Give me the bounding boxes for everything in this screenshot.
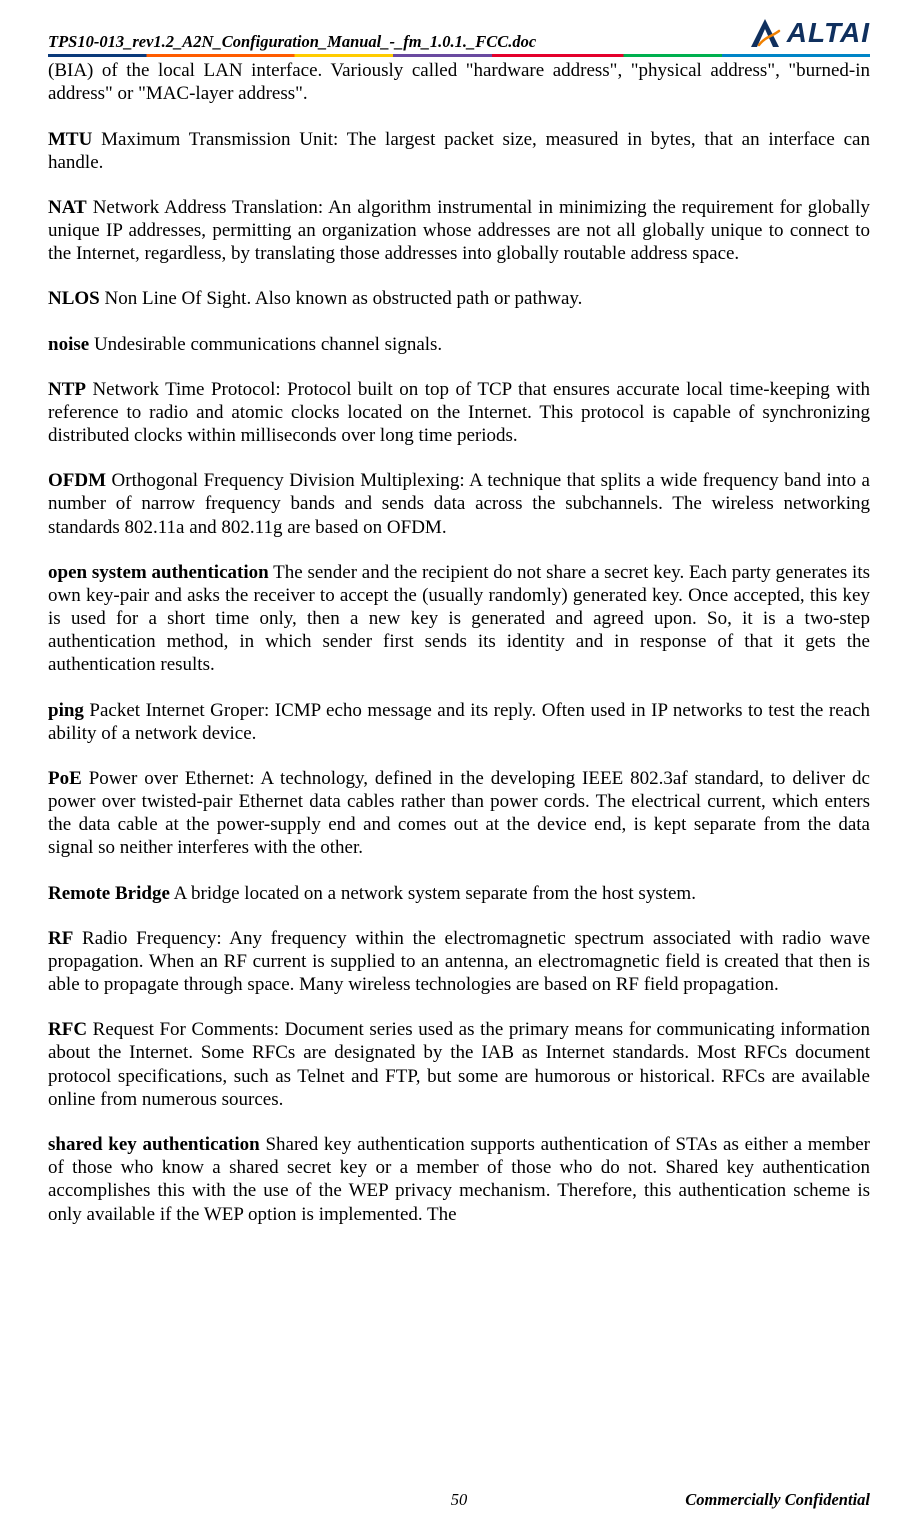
- glossary-entry-shared-key-auth: shared key authentication Shared key aut…: [48, 1133, 870, 1226]
- glossary-entry-noise: noise Undesirable communications channel…: [48, 333, 870, 356]
- header-color-divider: [48, 54, 870, 57]
- term: NLOS: [48, 288, 100, 309]
- term: noise: [48, 334, 89, 355]
- confidentiality-label: Commercially Confidential: [596, 1490, 870, 1510]
- glossary-entry-rfc: RFC Request For Comments: Document serie…: [48, 1018, 870, 1111]
- term: OFDM: [48, 470, 106, 491]
- term: RF: [48, 928, 73, 949]
- term: NTP: [48, 379, 86, 400]
- term: PoE: [48, 768, 82, 789]
- page-number: 50: [322, 1490, 596, 1510]
- glossary-entry-open-system-auth: open system authentication The sender an…: [48, 561, 870, 677]
- page-header: TPS10-013_rev1.2_A2N_Configuration_Manua…: [48, 0, 870, 54]
- glossary-entry-remote-bridge: Remote Bridge A bridge located on a netw…: [48, 882, 870, 905]
- glossary-entry-ofdm: OFDM Orthogonal Frequency Division Multi…: [48, 469, 870, 539]
- page-footer: 50 Commercially Confidential: [48, 1490, 870, 1510]
- glossary-entry-rf: RF Radio Frequency: Any frequency within…: [48, 927, 870, 997]
- term: RFC: [48, 1019, 87, 1040]
- glossary-entry-ping: ping Packet Internet Groper: ICMP echo m…: [48, 699, 870, 745]
- glossary-entry-ntp: NTP Network Time Protocol: Protocol buil…: [48, 378, 870, 448]
- glossary-entry-mtu: MTU Maximum Transmission Unit: The large…: [48, 128, 870, 174]
- glossary-entry-poe: PoE Power over Ethernet: A technology, d…: [48, 767, 870, 860]
- glossary-continuation-bia: (BIA) of the local LAN interface. Variou…: [48, 59, 870, 105]
- term: shared key authentication: [48, 1134, 260, 1155]
- brand-logo: ALTAI: [745, 16, 870, 52]
- term: NAT: [48, 197, 87, 218]
- brand-logo-text: ALTAI: [787, 16, 870, 50]
- document-body: (BIA) of the local LAN interface. Variou…: [48, 59, 870, 1226]
- term: Remote Bridge: [48, 883, 170, 904]
- term: MTU: [48, 129, 92, 150]
- document-filename: TPS10-013_rev1.2_A2N_Configuration_Manua…: [48, 32, 536, 52]
- term: open system authentication: [48, 562, 269, 583]
- glossary-entry-nlos: NLOS Non Line Of Sight. Also known as ob…: [48, 287, 870, 310]
- term: ping: [48, 700, 84, 721]
- altai-logo-icon: [745, 17, 785, 49]
- glossary-entry-nat: NAT Network Address Translation: An algo…: [48, 196, 870, 266]
